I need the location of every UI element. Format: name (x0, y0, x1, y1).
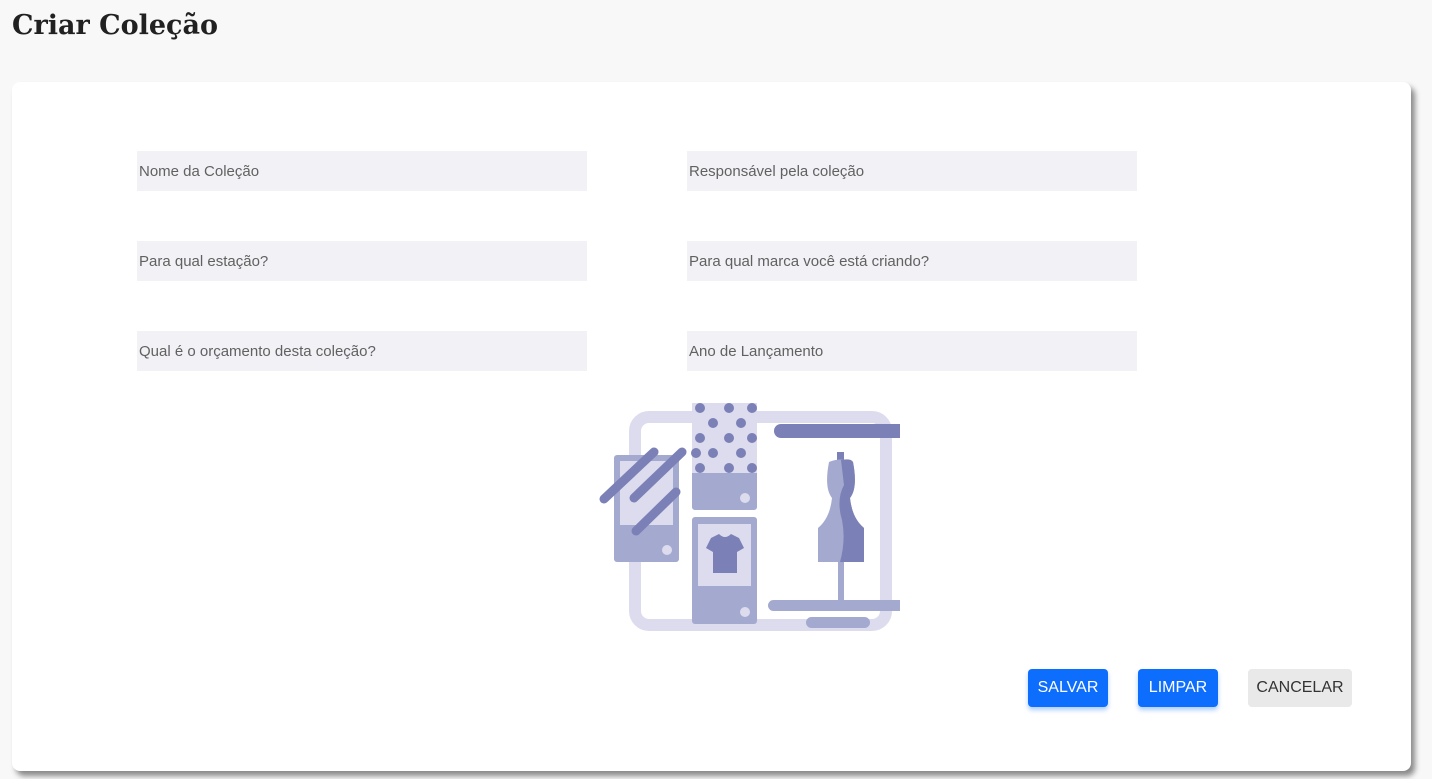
collection-name-input[interactable] (137, 151, 587, 191)
page-title: Criar Coleção (12, 10, 218, 41)
collection-owner-input[interactable] (687, 151, 1137, 191)
launch-year-input[interactable] (687, 331, 1137, 371)
save-button[interactable]: SALVAR (1028, 669, 1108, 707)
budget-input[interactable] (137, 331, 587, 371)
season-input[interactable] (137, 241, 587, 281)
cancel-button[interactable]: CANCELAR (1248, 669, 1352, 707)
fashion-collection-illustration-icon (586, 400, 911, 632)
clear-button[interactable]: LIMPAR (1138, 669, 1218, 707)
form-card: SALVAR LIMPAR CANCELAR (12, 82, 1411, 771)
brand-input[interactable] (687, 241, 1137, 281)
